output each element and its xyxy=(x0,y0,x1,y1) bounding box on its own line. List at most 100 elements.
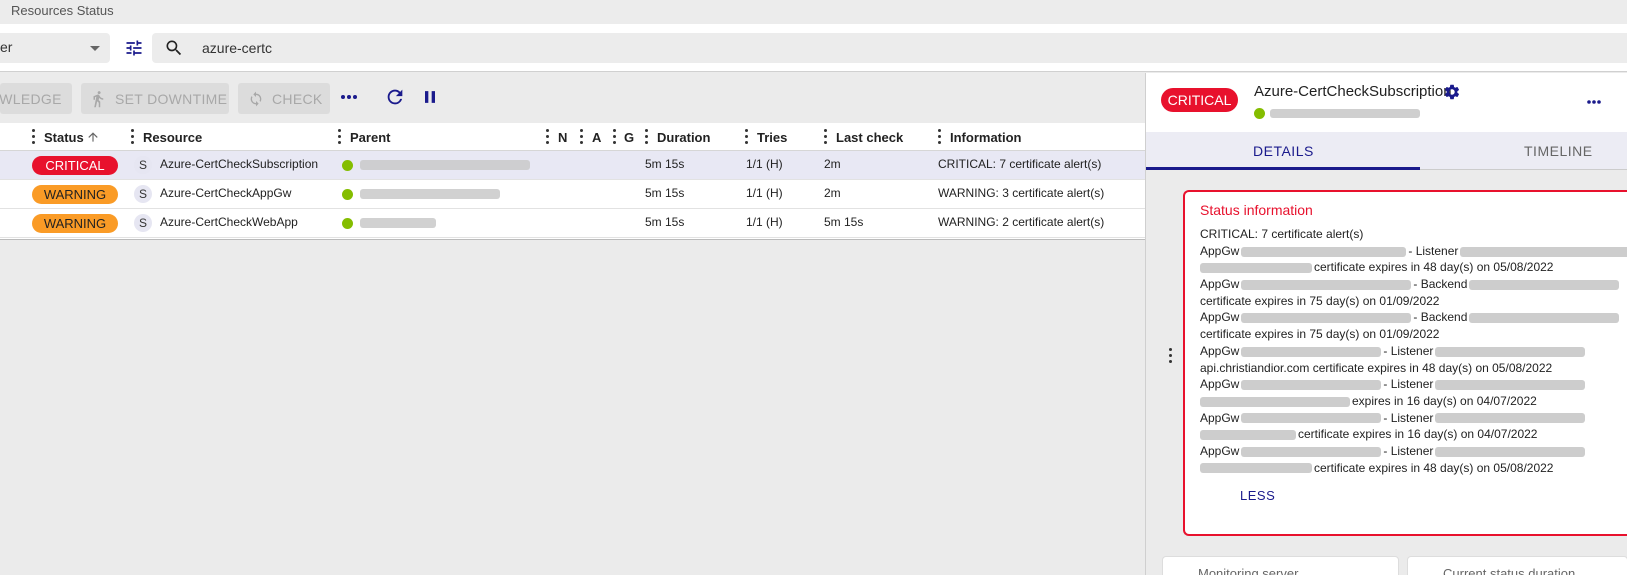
filter-bar: er xyxy=(0,24,1627,72)
column-drag-handle[interactable] xyxy=(613,129,617,144)
status-line: AppGw xyxy=(1200,377,1240,392)
status-line: AppGw xyxy=(1200,343,1240,358)
column-a[interactable]: A xyxy=(592,130,601,145)
tries-cell: 1/1 (H) xyxy=(746,157,783,171)
column-tries[interactable]: Tries xyxy=(757,130,787,145)
status-line: AppGw xyxy=(1200,243,1240,258)
gear-icon[interactable] xyxy=(1443,83,1461,101)
column-drag-handle[interactable] xyxy=(938,129,942,144)
parent-name-redacted[interactable] xyxy=(360,189,500,199)
tab-details[interactable]: DETAILS xyxy=(1253,143,1314,159)
column-duration[interactable]: Duration xyxy=(657,130,710,145)
status-line: CRITICAL: 7 certificate alert(s) xyxy=(1200,227,1364,241)
parent-status-dot xyxy=(1254,108,1265,119)
column-drag-handle[interactable] xyxy=(645,129,649,144)
status-line: - Listener xyxy=(1408,243,1459,258)
status-line: AppGw xyxy=(1200,443,1240,458)
resources-table: Status Resource Parent N A G Duration Tr… xyxy=(0,123,1145,240)
tries-cell: 1/1 (H) xyxy=(746,186,783,200)
chevron-down-icon xyxy=(90,46,100,51)
card-title: Status information xyxy=(1200,202,1313,218)
card-drag-handle[interactable] xyxy=(1169,348,1173,364)
table-row[interactable]: WARNING S Azure-CertCheckAppGw 5m 15s 1/… xyxy=(0,180,1145,209)
status-line: - Listener xyxy=(1383,343,1434,358)
column-resource[interactable]: Resource xyxy=(143,130,202,145)
active-tab-indicator xyxy=(1146,167,1420,170)
column-drag-handle[interactable] xyxy=(32,129,36,144)
column-drag-handle[interactable] xyxy=(338,129,342,144)
status-information-text: CRITICAL: 7 certificate alert(s) AppGw - … xyxy=(1200,226,1627,476)
details-resource-name: Azure-CertCheckSubscription xyxy=(1254,83,1452,100)
status-line: AppGw xyxy=(1200,410,1240,425)
parent-name-redacted[interactable] xyxy=(360,160,530,170)
check-button[interactable]: CHECK xyxy=(238,83,330,114)
status-line: - Backend xyxy=(1413,277,1468,292)
set-downtime-button[interactable]: SET DOWNTIME xyxy=(81,83,229,114)
app-title: Resources Status xyxy=(11,3,114,18)
parent-status-dot xyxy=(342,218,353,229)
set-downtime-label: SET DOWNTIME xyxy=(115,90,228,107)
filter-select-value: er xyxy=(0,39,13,55)
current-status-duration-label: Current status duration xyxy=(1443,566,1576,575)
table-row[interactable]: WARNING S Azure-CertCheckWebApp 5m 15s 1… xyxy=(0,209,1145,238)
app-title-bar: Resources Status xyxy=(0,0,1627,24)
table-header: Status Resource Parent N A G Duration Tr… xyxy=(0,123,1145,151)
status-line: AppGw xyxy=(1200,310,1240,325)
duration-cell: 5m 15s xyxy=(645,215,685,229)
parent-name-redacted[interactable] xyxy=(1270,109,1420,118)
column-last-check[interactable]: Last check xyxy=(836,130,903,145)
resource-type-badge: S xyxy=(134,214,152,232)
status-badge: WARNING xyxy=(32,214,118,233)
monitoring-server-label: Monitoring server xyxy=(1198,566,1299,575)
more-horizontal-icon[interactable] xyxy=(1586,99,1602,105)
status-line: - Listener xyxy=(1383,443,1434,458)
actions-toolbar: ACKNOWLEDGE SET DOWNTIME CHECK xyxy=(0,73,1145,123)
tune-icon[interactable] xyxy=(124,38,144,58)
status-line: AppGw xyxy=(1200,277,1240,292)
parent-name-redacted[interactable] xyxy=(360,218,436,228)
sync-icon xyxy=(250,91,262,106)
last-check-cell: 2m xyxy=(824,157,841,171)
tab-timeline[interactable]: TIMELINE xyxy=(1524,143,1593,159)
last-check-cell: 5m 15s xyxy=(824,215,864,229)
pause-icon[interactable] xyxy=(420,87,440,107)
less-button[interactable]: LESS xyxy=(1240,488,1275,503)
parent-status-dot xyxy=(342,189,353,200)
acknowledge-label: ACKNOWLEDGE xyxy=(0,90,62,107)
resource-type-badge: S xyxy=(134,156,152,174)
status-line: certificate expires in 16 day(s) on 04/0… xyxy=(1298,427,1538,442)
status-line: certificate expires in 48 day(s) on 05/0… xyxy=(1314,460,1554,475)
resource-name[interactable]: Azure-CertCheckWebApp xyxy=(160,215,298,229)
resource-name[interactable]: Azure-CertCheckAppGw xyxy=(160,186,291,200)
column-n[interactable]: N xyxy=(558,130,567,145)
column-parent[interactable]: Parent xyxy=(350,130,390,145)
status-line: certificate expires in 75 day(s) on 01/0… xyxy=(1200,293,1440,308)
status-line: - Backend xyxy=(1413,310,1468,325)
details-tabs: DETAILS TIMELINE xyxy=(1146,132,1627,170)
status-line: certificate expires in 48 day(s) on 05/0… xyxy=(1314,260,1554,275)
resources-panel: ACKNOWLEDGE SET DOWNTIME CHECK Status xyxy=(0,73,1145,575)
column-drag-handle[interactable] xyxy=(546,129,550,144)
column-drag-handle[interactable] xyxy=(131,129,135,144)
table-row[interactable]: CRITICAL S Azure-CertCheckSubscription 5… xyxy=(0,151,1145,180)
sort-ascending-icon[interactable] xyxy=(86,130,100,144)
more-horizontal-icon[interactable] xyxy=(340,93,358,101)
filter-select[interactable]: er xyxy=(0,33,110,63)
resource-name[interactable]: Azure-CertCheckSubscription xyxy=(160,157,318,171)
check-label: CHECK xyxy=(272,90,323,107)
details-status-badge: CRITICAL xyxy=(1161,88,1238,112)
details-panel: CRITICAL Azure-CertCheckSubscription DET… xyxy=(1145,73,1627,575)
status-badge: WARNING xyxy=(32,185,118,204)
column-status[interactable]: Status xyxy=(44,130,84,145)
column-drag-handle[interactable] xyxy=(824,129,828,144)
column-g[interactable]: G xyxy=(624,130,634,145)
status-line: - Listener xyxy=(1383,377,1434,392)
refresh-icon[interactable] xyxy=(384,86,406,108)
details-header: CRITICAL Azure-CertCheckSubscription xyxy=(1146,73,1627,132)
search-input[interactable] xyxy=(202,33,802,63)
column-information[interactable]: Information xyxy=(950,130,1022,145)
acknowledge-button[interactable]: ACKNOWLEDGE xyxy=(0,83,72,114)
parent-status-dot xyxy=(342,160,353,171)
column-drag-handle[interactable] xyxy=(580,129,584,144)
column-drag-handle[interactable] xyxy=(745,129,749,144)
